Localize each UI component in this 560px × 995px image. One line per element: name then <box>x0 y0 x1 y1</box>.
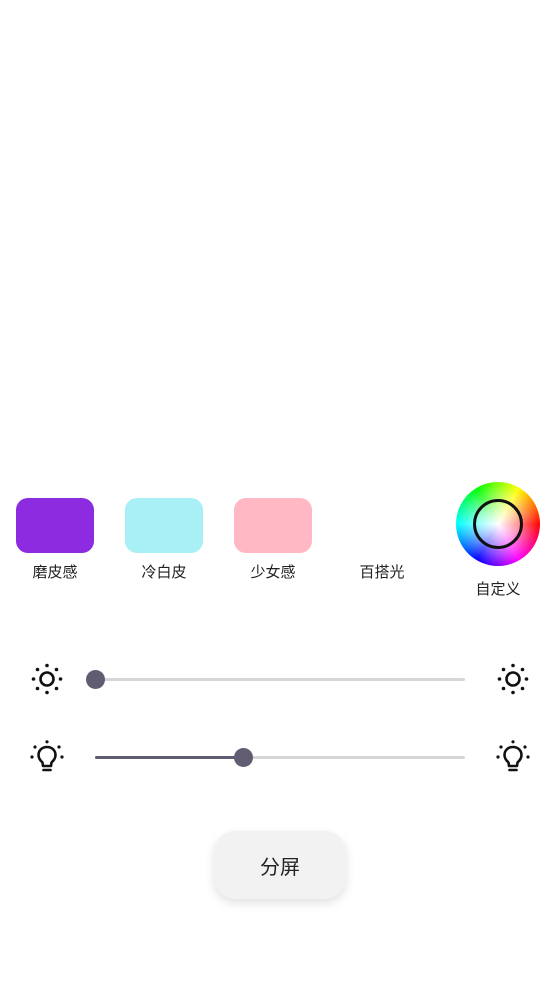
sun-icon <box>31 663 63 695</box>
brightness-thumb[interactable] <box>86 670 105 689</box>
preset-girlish[interactable]: 少女感 <box>218 482 328 581</box>
preset-label: 百搭光 <box>359 563 405 581</box>
color-wheel-icon <box>456 482 540 566</box>
sun-icon <box>497 663 529 695</box>
preset-swatch <box>343 498 421 553</box>
light-thumb[interactable] <box>234 748 253 767</box>
preset-label: 冷白皮 <box>141 563 187 581</box>
color-wheel-selector <box>473 499 523 549</box>
brightness-track[interactable] <box>86 670 465 689</box>
brightness-slider-row <box>0 659 560 699</box>
lightbulb-icon <box>30 740 64 772</box>
lightbulb-icon <box>496 740 530 772</box>
preset-swatch <box>16 498 94 553</box>
light-slider-row <box>0 737 560 777</box>
preset-label: 少女感 <box>250 563 296 581</box>
split-screen-button[interactable]: 分屏 <box>214 831 346 899</box>
preset-custom[interactable]: 自定义 <box>443 482 553 598</box>
light-track[interactable] <box>95 748 465 767</box>
preset-swatch <box>234 498 312 553</box>
preset-label: 自定义 <box>475 580 521 598</box>
filter-presets: 磨皮感 冷白皮 少女感 百搭光 自定义 <box>0 482 560 612</box>
preset-smooth-skin[interactable]: 磨皮感 <box>0 482 110 581</box>
preset-label: 磨皮感 <box>32 563 78 581</box>
light-fill <box>95 756 243 759</box>
preset-swatch <box>125 498 203 553</box>
preset-versatile-light[interactable]: 百搭光 <box>327 482 437 581</box>
preset-cool-white[interactable]: 冷白皮 <box>109 482 219 581</box>
camera-preview-area <box>0 0 560 470</box>
